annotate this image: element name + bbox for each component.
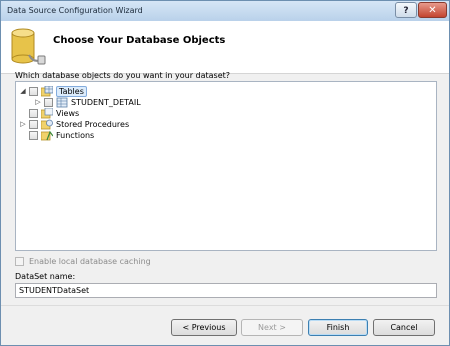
table-icon — [56, 97, 68, 107]
views-folder-icon — [41, 107, 53, 118]
local-caching-label: Enable local database caching — [29, 257, 151, 266]
database-icon — [11, 28, 46, 65]
stored-procedures-folder-icon — [41, 119, 53, 129]
window-title: Data Source Configuration Wizard — [7, 6, 143, 15]
table-folder-icon — [41, 85, 53, 96]
functions-folder-icon — [41, 130, 53, 140]
footer-divider — [1, 305, 449, 306]
student-detail-label: STUDENT_DETAIL — [71, 97, 141, 107]
title-bar[interactable]: Data Source Configuration Wizard ? ✕ — [1, 1, 449, 22]
wizard-header: Choose Your Database Objects — [1, 21, 449, 74]
tree-item-functions[interactable]: Functions — [29, 129, 94, 141]
cancel-button[interactable]: Cancel — [373, 319, 435, 336]
dataset-name-input[interactable] — [15, 283, 437, 298]
tables-checkbox[interactable] — [29, 86, 38, 96]
dataset-name-label: DataSet name: — [15, 272, 76, 281]
tables-label: Tables — [56, 85, 87, 97]
collapse-arrow-icon[interactable]: ◢ — [19, 86, 27, 96]
stored-procedures-label: Stored Procedures — [56, 119, 130, 129]
next-button[interactable]: Next > — [241, 319, 303, 336]
previous-button[interactable]: < Previous — [171, 319, 237, 336]
functions-label: Functions — [56, 130, 95, 140]
expand-arrow-icon[interactable]: ▷ — [34, 97, 42, 107]
finish-button[interactable]: Finish — [308, 319, 368, 336]
views-label: Views — [56, 108, 80, 118]
local-caching-option: Enable local database caching — [15, 257, 151, 266]
help-button[interactable]: ? — [395, 2, 417, 18]
wizard-window: Data Source Configuration Wizard ? ✕ Cho… — [0, 0, 450, 346]
stored-procedures-checkbox[interactable] — [29, 119, 38, 129]
database-objects-tree[interactable]: ◢ Tables ▷ STUDENT_DETAIL Views ▷ Stored… — [15, 81, 437, 251]
question-label: Which database objects do you want in yo… — [15, 71, 231, 80]
close-button[interactable]: ✕ — [418, 2, 447, 18]
student-detail-checkbox[interactable] — [44, 97, 53, 107]
page-title: Choose Your Database Objects — [53, 35, 226, 46]
functions-checkbox[interactable] — [29, 130, 38, 140]
views-checkbox[interactable] — [29, 108, 38, 118]
expand-arrow-icon[interactable]: ▷ — [19, 119, 27, 129]
local-caching-checkbox — [15, 257, 24, 266]
